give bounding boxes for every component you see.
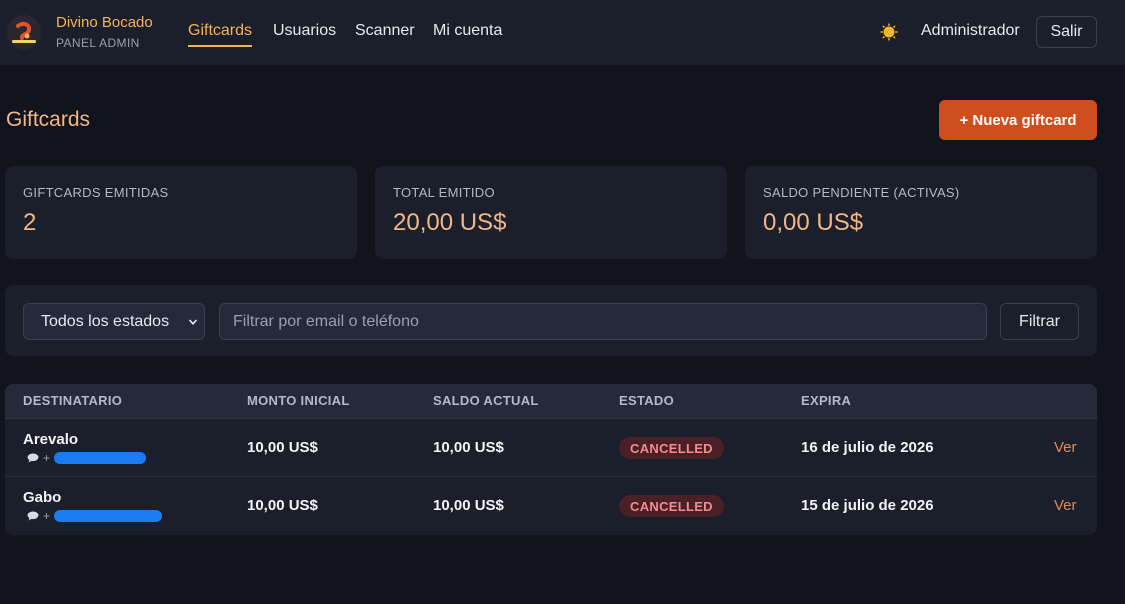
stat-label: GIFTCARDS EMITIDAS — [23, 185, 169, 200]
page-title: Giftcards — [6, 108, 91, 131]
view-link[interactable]: Ver — [1054, 439, 1077, 456]
current-balance: 10,00 US$ — [433, 497, 504, 514]
column-header-expires: EXPIRA — [801, 393, 852, 408]
chevron-down-icon — [188, 319, 198, 325]
nav-giftcards[interactable]: Giftcards — [188, 22, 253, 47]
giftcards-table: DESTINATARIO MONTO INICIAL SALDO ACTUAL … — [5, 384, 1097, 535]
logo-icon — [7, 15, 41, 49]
chat-bubble-icon — [27, 453, 39, 463]
expiry-date: 16 de julio de 2026 — [801, 439, 934, 456]
column-header-recipient: DESTINATARIO — [23, 393, 123, 408]
stat-label: SALDO PENDIENTE (ACTIVAS) — [763, 185, 960, 200]
top-navbar: Divino Bocado PANEL ADMIN Giftcards Usua… — [0, 0, 1125, 65]
table-row: Gabo + 10,00 US$ 10,00 US$ CANCELLED 15 … — [5, 477, 1097, 535]
column-header-initial-amount: MONTO INICIAL — [247, 393, 350, 408]
table-row: Arevalo + 10,00 US$ 10,00 US$ CANCELLED … — [5, 419, 1097, 477]
column-header-current-balance: SALDO ACTUAL — [433, 393, 539, 408]
table-header: DESTINATARIO MONTO INICIAL SALDO ACTUAL … — [5, 384, 1097, 419]
brand-subtitle: PANEL ADMIN — [56, 36, 140, 50]
stat-value: 20,00 US$ — [393, 209, 507, 236]
phone-prefix: + — [43, 451, 51, 465]
recipient-name: Gabo — [23, 489, 62, 506]
recipient-phone: + — [27, 509, 163, 523]
new-giftcard-button[interactable]: + Nueva giftcard — [939, 100, 1097, 140]
recipient-phone: + — [27, 451, 147, 465]
expiry-date: 15 de julio de 2026 — [801, 497, 934, 514]
filter-button[interactable]: Filtrar — [1000, 303, 1079, 340]
current-user-name: Administrador — [921, 22, 1020, 39]
status-badge: CANCELLED — [619, 437, 724, 459]
logout-button[interactable]: Salir — [1036, 16, 1097, 48]
column-header-status: ESTADO — [619, 393, 675, 408]
stat-card-pending-balance: SALDO PENDIENTE (ACTIVAS) 0,00 US$ — [745, 166, 1097, 259]
stat-card-total-issued: TOTAL EMITIDO 20,00 US$ — [375, 166, 727, 259]
status-filter-select[interactable]: Todos los estados — [23, 303, 205, 340]
nav-usuarios[interactable]: Usuarios — [273, 22, 336, 40]
current-balance: 10,00 US$ — [433, 439, 504, 456]
sun-icon[interactable] — [879, 22, 899, 42]
brand-name: Divino Bocado — [56, 14, 153, 31]
nav-giftcards-label: Giftcards — [188, 22, 253, 39]
recipient-name: Arevalo — [23, 431, 79, 448]
initial-amount: 10,00 US$ — [247, 497, 318, 514]
chat-bubble-icon — [27, 511, 39, 521]
stat-value: 2 — [23, 209, 37, 236]
initial-amount: 10,00 US$ — [247, 439, 318, 456]
active-nav-underline — [188, 45, 253, 47]
stat-value: 0,00 US$ — [763, 209, 864, 236]
stat-card-issued: GIFTCARDS EMITIDAS 2 — [5, 166, 357, 259]
view-link[interactable]: Ver — [1054, 497, 1077, 514]
phone-prefix: + — [43, 509, 51, 523]
search-input[interactable] — [219, 303, 987, 340]
status-badge: CANCELLED — [619, 495, 724, 517]
nav-scanner[interactable]: Scanner — [355, 22, 415, 40]
nav-mi-cuenta[interactable]: Mi cuenta — [433, 22, 502, 40]
brand-logo[interactable] — [7, 15, 41, 49]
status-filter-value: Todos los estados — [41, 312, 170, 330]
stat-label: TOTAL EMITIDO — [393, 185, 495, 200]
filter-bar: Todos los estados Filtrar — [5, 285, 1097, 356]
redacted-phone — [54, 452, 147, 464]
redacted-phone — [54, 510, 163, 522]
